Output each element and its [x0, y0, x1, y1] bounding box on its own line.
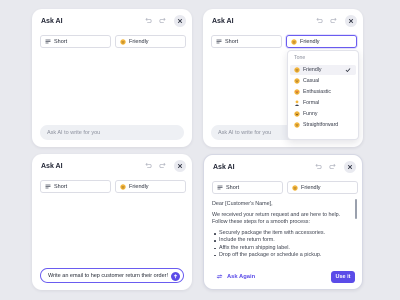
length-selector[interactable]: Short — [212, 181, 283, 194]
tone-selector-label: Friendly — [300, 38, 320, 45]
dropdown-header: Tone — [294, 55, 306, 61]
panel-title: Ask AI — [41, 18, 63, 25]
tone-selector-label: Friendly — [129, 38, 149, 45]
tone-option-label: Straightforward — [303, 122, 339, 128]
response-footer: Ask Again Use it — [204, 267, 362, 289]
lines-icon — [216, 39, 222, 44]
checkmark-icon — [345, 67, 351, 75]
tone-option-formal[interactable]: Formal — [290, 98, 356, 108]
send-button[interactable] — [171, 271, 180, 281]
tone-selector[interactable]: Friendly — [287, 181, 358, 194]
list-item: Drop off the package or schedule a picku… — [212, 252, 352, 259]
scrollbar[interactable] — [355, 199, 357, 219]
close-button[interactable] — [345, 15, 357, 27]
lines-icon — [45, 184, 51, 189]
response-steps: Securely package the item with accessori… — [212, 230, 352, 259]
smile-emoji-icon — [120, 183, 126, 190]
ask-again-button[interactable]: Ask Again — [216, 273, 255, 280]
use-it-button[interactable]: Use it — [331, 271, 355, 283]
length-selector[interactable]: Short — [40, 35, 111, 48]
undo-icon[interactable] — [142, 160, 154, 172]
panel-title: Ask AI — [212, 18, 234, 25]
smile-emoji-icon — [294, 67, 300, 73]
tone-option-label: Enthusiastic — [303, 89, 331, 95]
tone-option-friendly[interactable]: Friendly — [290, 65, 356, 75]
close-icon — [177, 163, 183, 169]
redo-icon[interactable] — [328, 15, 340, 27]
undo-icon[interactable] — [313, 15, 325, 27]
redo-icon[interactable] — [157, 160, 169, 172]
panel-header: Ask AI — [32, 9, 192, 35]
length-selector-label: Short — [225, 38, 239, 45]
list-item: Affix the return shipping label. — [212, 245, 352, 252]
tone-option-label: Funny — [303, 111, 318, 117]
ai-response: Dear [Customer's Name], We received your… — [212, 201, 352, 259]
lines-icon — [217, 185, 223, 190]
close-icon — [347, 164, 353, 170]
arrow-up-icon — [173, 273, 178, 278]
ask-ai-panel-response: Ask AI Short Friendly Dear [Customer's N… — [203, 154, 363, 290]
close-button[interactable] — [344, 161, 356, 173]
tone-option-enthusiastic[interactable]: Enthusiastic — [290, 87, 356, 97]
undo-icon[interactable] — [142, 15, 154, 27]
response-greeting: Dear [Customer's Name], — [212, 201, 273, 207]
prompt-input[interactable]: Write an email to hep customer return th… — [40, 268, 184, 283]
length-selector-label: Short — [54, 183, 68, 190]
tone-option-funny[interactable]: Funny — [290, 109, 356, 119]
close-icon — [177, 18, 183, 24]
ask-ai-panel-default: Ask AI Short Friendly Ask AI to write fo… — [32, 9, 192, 147]
ask-ai-panel-tone-open: Ask AI Short Friendly Ask AI to write fo… — [203, 9, 363, 147]
close-icon — [348, 18, 354, 24]
ask-ai-panel-typing: Ask AI Short Friendly Write an email to … — [32, 154, 192, 290]
lines-icon — [45, 39, 51, 44]
prompt-placeholder: Ask AI to write for you — [218, 129, 272, 136]
prompt-placeholder: Ask AI to write for you — [47, 129, 101, 136]
length-selector-label: Short — [226, 184, 240, 191]
tone-option-casual[interactable]: Casual — [290, 76, 356, 86]
length-selector-label: Short — [54, 38, 68, 45]
smile-emoji-icon — [292, 184, 298, 191]
tone-selector-label: Friendly — [129, 183, 149, 190]
response-intro: We received your return request and are … — [212, 212, 341, 225]
star-eyes-emoji-icon — [294, 89, 300, 95]
redo-icon[interactable] — [157, 15, 169, 27]
tone-selector[interactable]: Friendly — [286, 35, 357, 48]
prompt-value: Write an email to hep customer return th… — [48, 272, 169, 279]
tone-dropdown: Tone Friendly Casual Enthusiastic Formal… — [287, 50, 359, 140]
refresh-icon — [216, 273, 223, 280]
list-item: Securely package the item with accessori… — [212, 230, 352, 237]
prompt-input[interactable]: Ask AI to write for you — [40, 125, 184, 140]
grin-emoji-icon — [294, 78, 300, 84]
ask-again-label: Ask Again — [227, 273, 256, 280]
tone-option-straightforward[interactable]: Straightforward — [290, 120, 356, 130]
length-selector[interactable]: Short — [211, 35, 282, 48]
redo-icon[interactable] — [327, 161, 339, 173]
tone-selector[interactable]: Friendly — [115, 180, 186, 193]
panel-header: Ask AI — [203, 9, 363, 35]
tone-selector-label: Friendly — [301, 184, 321, 191]
tone-option-label: Formal — [303, 100, 320, 106]
smile-emoji-icon — [120, 38, 126, 45]
close-button[interactable] — [174, 15, 186, 27]
smile-emoji-icon — [291, 38, 297, 45]
panel-header: Ask AI — [32, 154, 192, 180]
neutral-emoji-icon — [294, 122, 300, 128]
panel-title: Ask AI — [41, 163, 63, 170]
tone-option-label: Casual — [303, 78, 320, 84]
tone-selector[interactable]: Friendly — [115, 35, 186, 48]
undo-icon[interactable] — [312, 161, 324, 173]
tone-option-label: Friendly — [303, 67, 322, 73]
businessperson-emoji-icon — [294, 100, 300, 106]
laughing-emoji-icon — [294, 111, 300, 117]
close-button[interactable] — [174, 160, 186, 172]
panel-header: Ask AI — [204, 155, 362, 181]
panel-title: Ask AI — [213, 164, 235, 171]
length-selector[interactable]: Short — [40, 180, 111, 193]
list-item: Include the return form. — [212, 237, 352, 244]
